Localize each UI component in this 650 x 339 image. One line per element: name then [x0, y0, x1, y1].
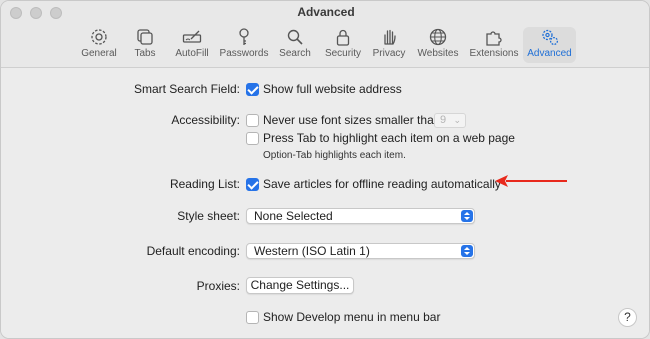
tab-passwords-label: Passwords	[219, 48, 269, 59]
tab-security[interactable]: Security	[321, 27, 365, 63]
tab-general-label: General	[81, 48, 117, 59]
press-tab-label: Press Tab to highlight each item on a we…	[263, 131, 515, 145]
show-full-address-label: Show full website address	[263, 82, 402, 96]
default-encoding-label: Default encoding:	[146, 244, 240, 258]
tab-privacy-label: Privacy	[372, 48, 406, 59]
option-tab-hint: Option-Tab highlights each item.	[263, 150, 406, 161]
press-tab-checkbox[interactable]	[246, 132, 259, 145]
magnifier-icon	[284, 27, 306, 47]
updown-chevron-icon	[461, 245, 473, 257]
advanced-pane: Smart Search Field: Show full website ad…	[1, 68, 649, 338]
chevron-down-icon: ⌄	[453, 115, 461, 125]
hand-icon	[378, 27, 400, 47]
updown-chevron-icon	[461, 210, 473, 222]
default-encoding-value: Western (ISO Latin 1)	[254, 244, 370, 258]
key-icon	[233, 27, 255, 47]
tab-security-label: Security	[324, 48, 362, 59]
globe-icon	[427, 27, 449, 47]
min-font-size-select[interactable]: 9 ⌄	[434, 113, 466, 128]
tab-websites-label: Websites	[417, 48, 459, 59]
tab-general[interactable]: General	[75, 27, 123, 63]
gears-icon	[539, 27, 561, 47]
min-font-size-value: 9	[440, 114, 447, 126]
tab-tabs[interactable]: Tabs	[125, 27, 165, 63]
tab-tabs-label: Tabs	[134, 48, 156, 59]
min-font-size-label: Never use font sizes smaller than	[263, 113, 441, 127]
style-sheet-select[interactable]: None Selected	[246, 208, 475, 224]
tab-search[interactable]: Search	[276, 27, 314, 63]
window-title: Advanced	[297, 5, 355, 19]
style-sheet-value: None Selected	[254, 209, 333, 223]
tab-extensions-label: Extensions	[469, 48, 519, 59]
tab-autofill[interactable]: AutoFill	[171, 27, 213, 63]
puzzle-icon	[483, 27, 505, 47]
preferences-window: Advanced General Tabs AutoFill Passwords…	[0, 0, 650, 339]
tab-advanced[interactable]: Advanced	[523, 27, 576, 63]
reading-list-label: Reading List:	[169, 177, 240, 191]
min-font-size-checkbox[interactable]	[246, 114, 259, 127]
gear-icon	[88, 27, 110, 47]
default-encoding-select[interactable]: Western (ISO Latin 1)	[246, 243, 475, 259]
tab-extensions[interactable]: Extensions	[467, 27, 521, 63]
accessibility-label: Accessibility:	[171, 113, 240, 127]
show-full-address-checkbox[interactable]	[246, 83, 259, 96]
help-button[interactable]: ?	[618, 308, 637, 327]
tabs-icon	[134, 27, 156, 47]
annotation-arrow	[495, 175, 567, 187]
tab-passwords[interactable]: Passwords	[218, 27, 270, 63]
save-offline-label: Save articles for offline reading automa…	[263, 177, 501, 191]
smart-search-label: Smart Search Field:	[133, 82, 240, 96]
tab-privacy[interactable]: Privacy	[369, 27, 409, 63]
lock-icon	[332, 27, 354, 47]
tab-advanced-label: Advanced	[527, 48, 572, 59]
change-settings-button[interactable]: Change Settings...	[246, 277, 354, 294]
save-offline-checkbox[interactable]	[246, 178, 259, 191]
autofill-icon	[181, 27, 203, 47]
proxies-label: Proxies:	[196, 279, 240, 293]
toolbar: Advanced General Tabs AutoFill Passwords…	[1, 1, 649, 68]
show-develop-menu-checkbox[interactable]	[246, 311, 259, 324]
style-sheet-label: Style sheet:	[177, 209, 240, 223]
tab-autofill-label: AutoFill	[175, 48, 209, 59]
tab-search-label: Search	[279, 48, 311, 59]
tab-websites[interactable]: Websites	[415, 27, 461, 63]
show-develop-menu-label: Show Develop menu in menu bar	[263, 310, 441, 324]
